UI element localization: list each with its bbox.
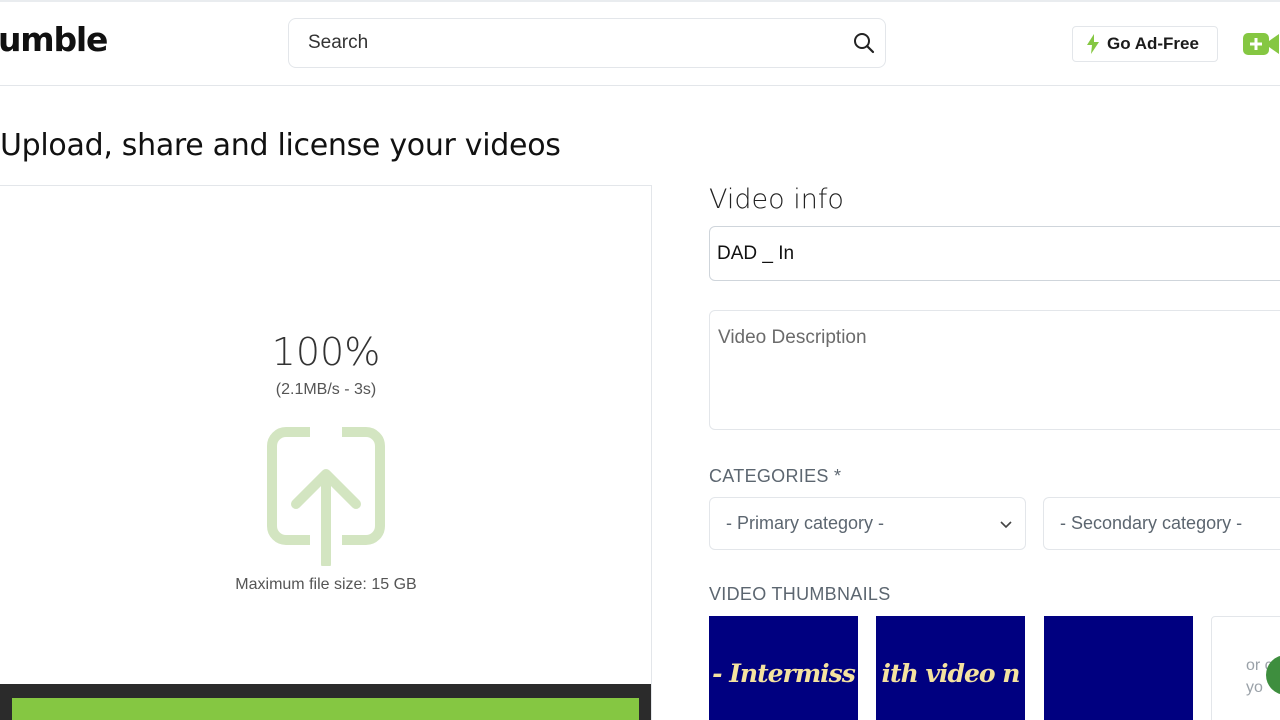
secondary-category-value: - Secondary category - — [1060, 513, 1243, 533]
search-bar[interactable] — [288, 18, 886, 68]
rumble-logo[interactable]: umble — [0, 20, 108, 59]
search-input[interactable] — [308, 32, 828, 54]
go-ad-free-button[interactable]: Go Ad-Free — [1072, 26, 1218, 62]
search-icon[interactable] — [852, 31, 876, 55]
primary-category-select[interactable]: - Primary category - — [709, 497, 1026, 550]
categories-label: CATEGORIES * — [709, 466, 842, 486]
video-thumbnails-label: VIDEO THUMBNAILS — [709, 584, 891, 604]
thumbnail-option[interactable]: ith video n — [876, 616, 1025, 720]
video-info-heading: Video info — [709, 184, 844, 215]
upload-percent: 100% — [271, 330, 381, 374]
video-title-input[interactable] — [709, 226, 1280, 281]
header: umble Go Ad-Free — [0, 0, 1280, 86]
thumbnail-option[interactable]: - Intermiss — [709, 616, 858, 720]
lightning-bolt-icon — [1087, 34, 1099, 54]
upload-speed: (2.1MB/s - 3s) — [275, 381, 377, 398]
page-title: Upload, share and license your videos — [0, 128, 561, 163]
chevron-down-icon — [1000, 521, 1012, 529]
max-file-size: Maximum file size: 15 GB — [235, 576, 417, 593]
upload-video-icon[interactable] — [1242, 31, 1280, 57]
upload-progress-track — [0, 684, 651, 720]
go-ad-free-label: Go Ad-Free — [1107, 34, 1199, 53]
upload-arrow-icon[interactable] — [266, 426, 386, 566]
thumbnail-option[interactable] — [1044, 616, 1193, 720]
thumbnail-caption: ith video n — [881, 659, 1021, 688]
thumbnail-caption: - Intermiss — [712, 659, 856, 688]
video-description-input[interactable] — [709, 310, 1280, 430]
header-top-border — [0, 0, 1280, 2]
primary-category-value: - Primary category - — [726, 513, 885, 533]
upload-progress-fill — [12, 698, 639, 720]
secondary-category-select[interactable]: - Secondary category - — [1043, 497, 1280, 550]
